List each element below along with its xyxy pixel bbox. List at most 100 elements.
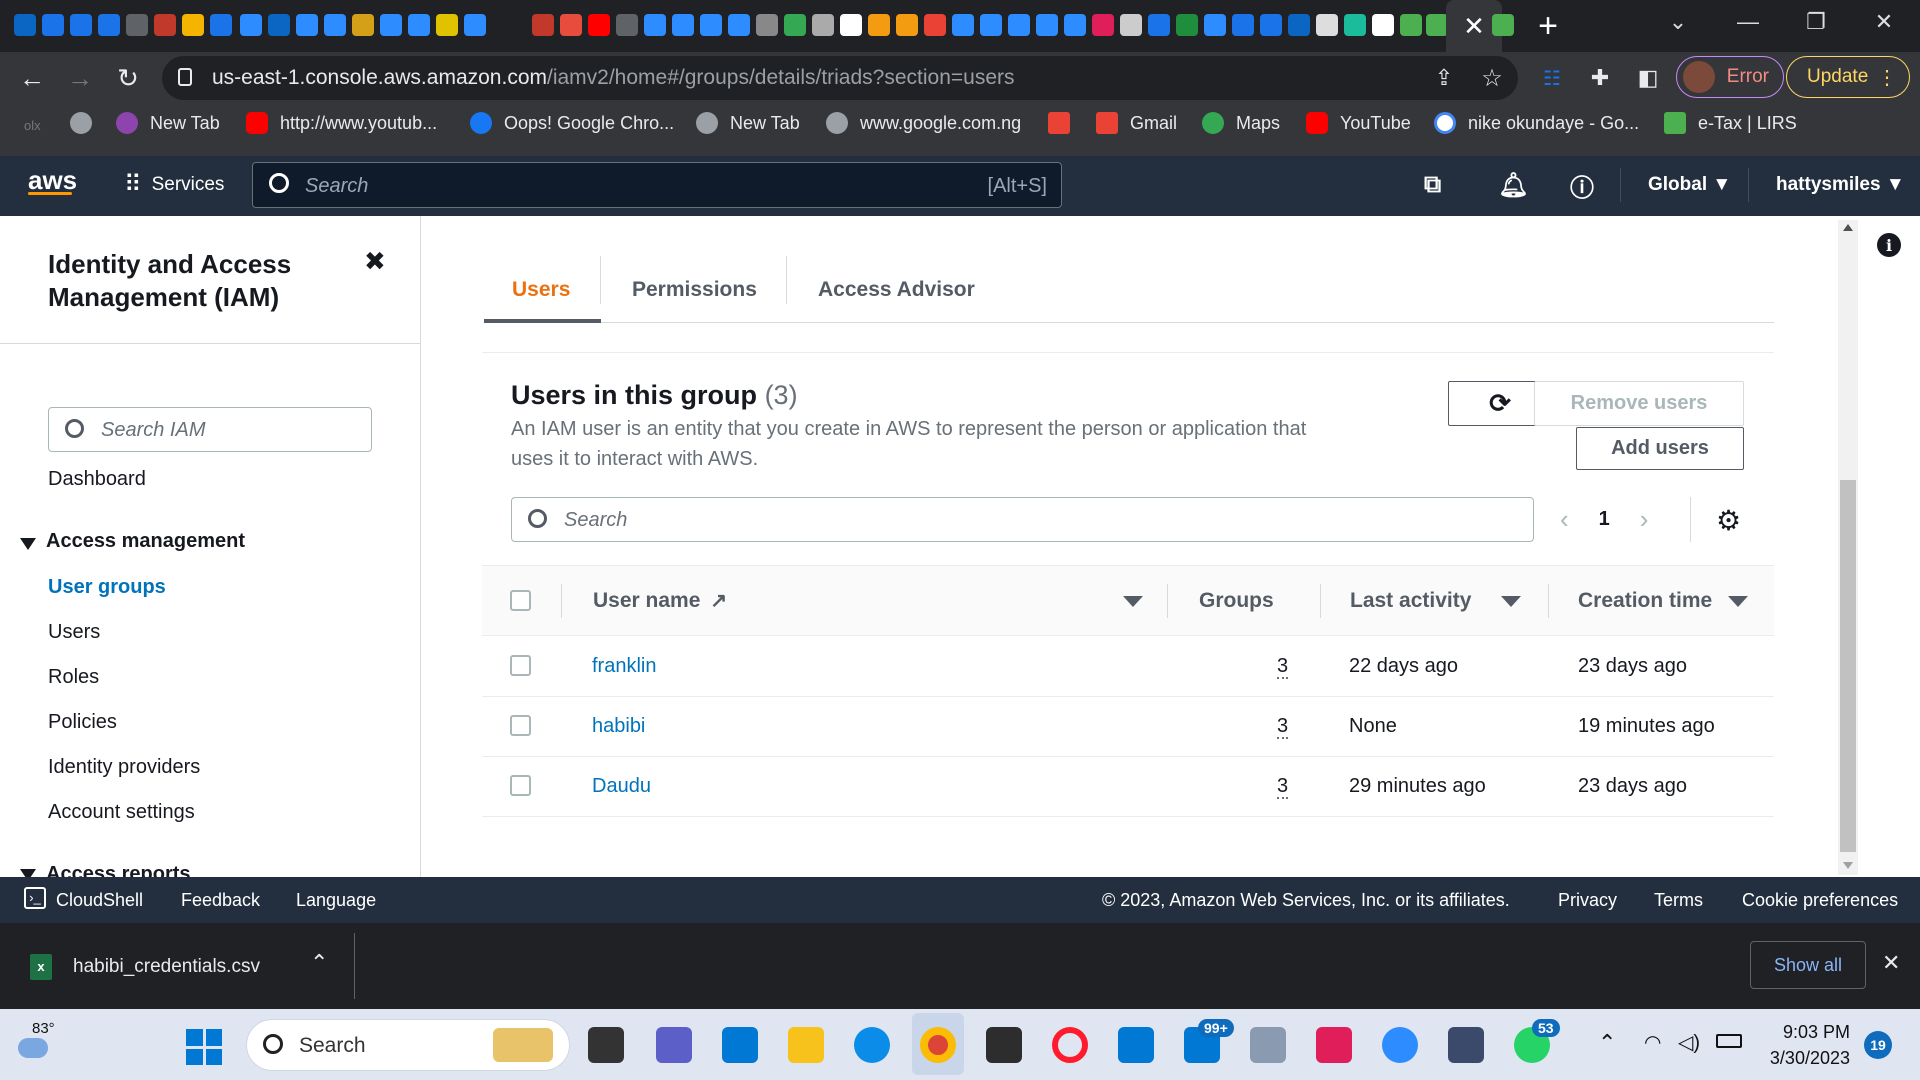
column-header-groups[interactable]: Groups bbox=[1199, 565, 1274, 636]
info-panel-icon[interactable]: i bbox=[1877, 233, 1901, 257]
lirs-tab-icon[interactable] bbox=[1426, 14, 1448, 36]
groups-count[interactable]: 3 bbox=[1277, 715, 1289, 739]
services-menu-button[interactable]: ⠿ Services bbox=[124, 170, 224, 199]
bookmark-item[interactable] bbox=[1048, 112, 1070, 134]
tab-permissions[interactable]: Permissions bbox=[632, 256, 757, 323]
gmail-tab-icon[interactable] bbox=[924, 14, 946, 36]
sidebar-item-roles[interactable]: Roles bbox=[48, 666, 99, 689]
zoom-tab-icon[interactable] bbox=[672, 14, 694, 36]
select-all-checkbox[interactable] bbox=[510, 590, 531, 611]
site-tab-icon[interactable] bbox=[70, 14, 92, 36]
scroll-up-icon[interactable] bbox=[1843, 224, 1853, 231]
bookmark-item[interactable]: Gmail bbox=[1096, 112, 1177, 134]
show-all-button[interactable]: Show all bbox=[1750, 941, 1866, 989]
google-tab-icon[interactable] bbox=[1372, 14, 1394, 36]
slack-tab-icon[interactable] bbox=[1092, 14, 1114, 36]
calculator-icon[interactable] bbox=[1250, 1027, 1286, 1063]
minimize-icon[interactable]: — bbox=[1720, 0, 1776, 44]
forward-icon[interactable]: → bbox=[62, 60, 98, 96]
cloudshell-icon[interactable]: ›_ bbox=[24, 887, 46, 909]
back-icon[interactable]: ← bbox=[14, 60, 50, 96]
extensions-puzzle-icon[interactable]: ✚ bbox=[1582, 60, 1618, 96]
footer-privacy[interactable]: Privacy bbox=[1558, 890, 1617, 911]
aws-logo[interactable]: aws bbox=[28, 165, 77, 195]
aws-search-input[interactable]: Search [Alt+S] bbox=[252, 162, 1062, 208]
zoom-tab-icon[interactable] bbox=[756, 14, 778, 36]
olx-bookmark-icon[interactable]: olx bbox=[24, 118, 41, 133]
site-tab-icon[interactable] bbox=[352, 14, 374, 36]
sidebar-item-users[interactable]: Users bbox=[48, 621, 100, 644]
site-tab-icon[interactable] bbox=[42, 14, 64, 36]
caret-down-icon[interactable] bbox=[20, 869, 36, 877]
zoom-tab-icon[interactable] bbox=[240, 14, 262, 36]
chevron-right-icon[interactable]: › bbox=[1640, 504, 1649, 535]
tab-users[interactable]: Users bbox=[512, 256, 570, 323]
bookmark-item[interactable]: New Tab bbox=[696, 112, 800, 134]
sidebar-section-access-reports[interactable]: Access reports bbox=[46, 863, 191, 877]
task-view-icon[interactable] bbox=[588, 1027, 624, 1063]
terminal-icon[interactable] bbox=[986, 1027, 1022, 1063]
zoom-tab-icon[interactable] bbox=[1008, 14, 1030, 36]
wifi-icon[interactable]: ◠ bbox=[1644, 1030, 1661, 1055]
show-hidden-icons-icon[interactable]: ⌃ bbox=[1598, 1030, 1616, 1056]
lock-icon[interactable] bbox=[178, 68, 192, 86]
share-icon[interactable]: ⇪ bbox=[1426, 60, 1462, 96]
row-checkbox[interactable] bbox=[510, 775, 531, 796]
bookmark-item[interactable]: Maps bbox=[1202, 112, 1280, 134]
youtube-tab-icon[interactable] bbox=[588, 14, 610, 36]
extension-icon[interactable]: ☷ bbox=[1534, 60, 1570, 96]
caret-down-icon[interactable] bbox=[20, 538, 36, 550]
battery-icon[interactable] bbox=[1716, 1034, 1742, 1048]
user-name-link[interactable]: franklin bbox=[592, 655, 656, 678]
opera-icon[interactable] bbox=[1052, 1027, 1088, 1063]
bookmark-item[interactable]: www.google.com.ng bbox=[826, 112, 1021, 134]
tab-access-advisor[interactable]: Access Advisor bbox=[818, 256, 975, 323]
sort-caret-icon[interactable] bbox=[1728, 596, 1748, 607]
row-checkbox[interactable] bbox=[510, 655, 531, 676]
chevron-left-icon[interactable]: ‹ bbox=[1560, 504, 1569, 535]
column-header-user-name[interactable]: User name ↗ bbox=[593, 565, 727, 636]
sidebar-item-user-groups[interactable]: User groups bbox=[48, 576, 166, 599]
wordpress-tab-icon[interactable] bbox=[1120, 14, 1142, 36]
sidebar-item-policies[interactable]: Policies bbox=[48, 711, 117, 734]
slack-icon[interactable] bbox=[1316, 1027, 1352, 1063]
chrome-icon[interactable] bbox=[920, 1027, 956, 1063]
site-tab-icon[interactable] bbox=[1344, 14, 1366, 36]
drive-tab-icon[interactable] bbox=[182, 14, 204, 36]
tab-search-icon[interactable]: ⌄ bbox=[1650, 0, 1706, 44]
row-checkbox[interactable] bbox=[510, 715, 531, 736]
footer-terms[interactable]: Terms bbox=[1654, 890, 1703, 911]
column-header-last-activity[interactable]: Last activity bbox=[1350, 565, 1471, 636]
zoom-tab-icon[interactable] bbox=[644, 14, 666, 36]
bookmark-item[interactable]: New Tab bbox=[116, 112, 220, 134]
windows-start-icon[interactable] bbox=[186, 1029, 222, 1065]
site-tab-icon[interactable] bbox=[532, 14, 554, 36]
linkedin-tab-icon[interactable] bbox=[14, 14, 36, 36]
sidebar-item-dashboard[interactable]: Dashboard bbox=[48, 468, 146, 491]
vscode-icon[interactable] bbox=[1118, 1027, 1154, 1063]
volume-icon[interactable]: ◁) bbox=[1678, 1030, 1700, 1055]
drive-tab-icon[interactable] bbox=[126, 14, 148, 36]
weather-widget[interactable]: 83° bbox=[14, 1020, 55, 1062]
site-tab-icon[interactable] bbox=[436, 14, 458, 36]
url-text[interactable]: us-east-1.console.aws.amazon.com/iamv2/h… bbox=[212, 66, 1015, 90]
sort-caret-icon[interactable] bbox=[1501, 596, 1521, 607]
drive-tab-icon[interactable] bbox=[784, 14, 806, 36]
site-tab-icon[interactable] bbox=[1176, 14, 1198, 36]
site-tab-icon[interactable] bbox=[868, 14, 890, 36]
site-tab-icon[interactable] bbox=[154, 14, 176, 36]
bookmark-item[interactable]: http://www.youtub... bbox=[246, 112, 437, 134]
zoom-tab-icon[interactable] bbox=[408, 14, 430, 36]
notification-count-badge[interactable]: 19 bbox=[1864, 1031, 1892, 1059]
region-selector[interactable]: Global ▼ bbox=[1648, 162, 1731, 208]
bookmark-item[interactable]: nike okundaye - Go... bbox=[1434, 112, 1639, 134]
restore-icon[interactable]: ❐ bbox=[1788, 0, 1844, 44]
chevron-up-icon[interactable]: ⌃ bbox=[310, 950, 328, 976]
user-name-link[interactable]: Daudu bbox=[592, 775, 651, 798]
sort-caret-icon[interactable] bbox=[1123, 596, 1143, 607]
bookmark-item[interactable] bbox=[70, 112, 92, 134]
zoom-tab-icon[interactable] bbox=[980, 14, 1002, 36]
sidebar-section-access-management[interactable]: Access management bbox=[46, 530, 245, 553]
bookmark-item[interactable]: Oops! Google Chro... bbox=[470, 112, 674, 134]
lirs-tab-icon[interactable] bbox=[1400, 14, 1422, 36]
